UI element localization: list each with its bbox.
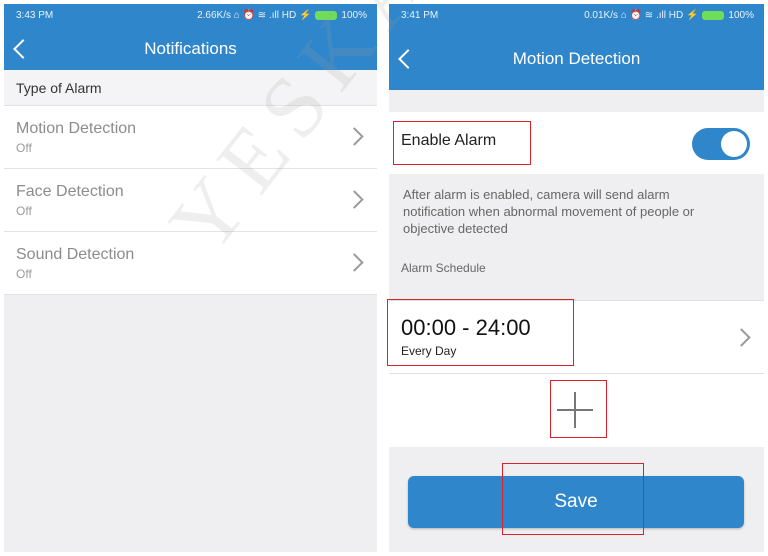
enable-alarm-toggle[interactable] <box>692 128 750 160</box>
alarm-schedule-label: Alarm Schedule <box>401 261 486 275</box>
status-bar: 3:43 PM 2.66K/s ⌂ ⏰ ≋ .ıll HD ⚡ 100% <box>4 4 377 26</box>
item-name: Face Detection <box>16 183 124 200</box>
highlight-add <box>550 380 607 438</box>
list-item-motion-detection[interactable]: Motion Detection Off <box>4 106 377 169</box>
item-state: Off <box>16 141 32 155</box>
status-time: 3:41 PM <box>401 9 439 21</box>
status-time: 3:43 PM <box>16 9 54 21</box>
chevron-right-icon <box>345 127 364 146</box>
battery-icon <box>315 10 338 20</box>
app-bar: 3:41 PM 0.01K/s ⌂ ⏰ ≋ .ıll HD ⚡ 100% Mot… <box>389 4 764 90</box>
list-item-face-detection[interactable]: Face Detection Off <box>4 169 377 232</box>
item-name: Motion Detection <box>16 120 137 137</box>
chevron-right-icon <box>732 328 751 347</box>
alarm-type-list: Motion Detection Off Face Detection Off … <box>4 106 377 295</box>
chevron-right-icon <box>345 253 364 272</box>
back-icon[interactable] <box>398 49 418 69</box>
status-indicators: 2.66K/s ⌂ ⏰ ≋ .ıll HD ⚡ <box>197 9 312 21</box>
battery-icon <box>702 10 725 20</box>
item-name: Sound Detection <box>16 246 135 263</box>
list-item-sound-detection[interactable]: Sound Detection Off <box>4 232 377 295</box>
status-indicators: 0.01K/s ⌂ ⏰ ≋ .ıll HD ⚡ <box>584 9 699 21</box>
back-icon[interactable] <box>13 39 33 59</box>
toggle-knob <box>721 131 747 157</box>
page-title: Notifications <box>144 39 237 58</box>
section-header: Type of Alarm <box>4 70 377 106</box>
highlight-schedule <box>387 299 574 366</box>
notifications-screen: 3:43 PM 2.66K/s ⌂ ⏰ ≋ .ıll HD ⚡ 100% Not… <box>4 4 377 552</box>
app-bar: 3:43 PM 2.66K/s ⌂ ⏰ ≋ .ıll HD ⚡ 100% Not… <box>4 4 377 70</box>
battery-level: 100% <box>728 9 754 21</box>
status-bar: 3:41 PM 0.01K/s ⌂ ⏰ ≋ .ıll HD ⚡ 100% <box>389 4 764 26</box>
highlight-save <box>502 463 644 535</box>
alarm-description: After alarm is enabled, camera will send… <box>403 187 695 236</box>
battery-level: 100% <box>341 9 367 21</box>
highlight-enable-alarm <box>393 121 531 165</box>
page-title: Motion Detection <box>512 49 641 68</box>
chevron-right-icon <box>345 190 364 209</box>
item-state: Off <box>16 267 32 281</box>
item-state: Off <box>16 204 32 218</box>
